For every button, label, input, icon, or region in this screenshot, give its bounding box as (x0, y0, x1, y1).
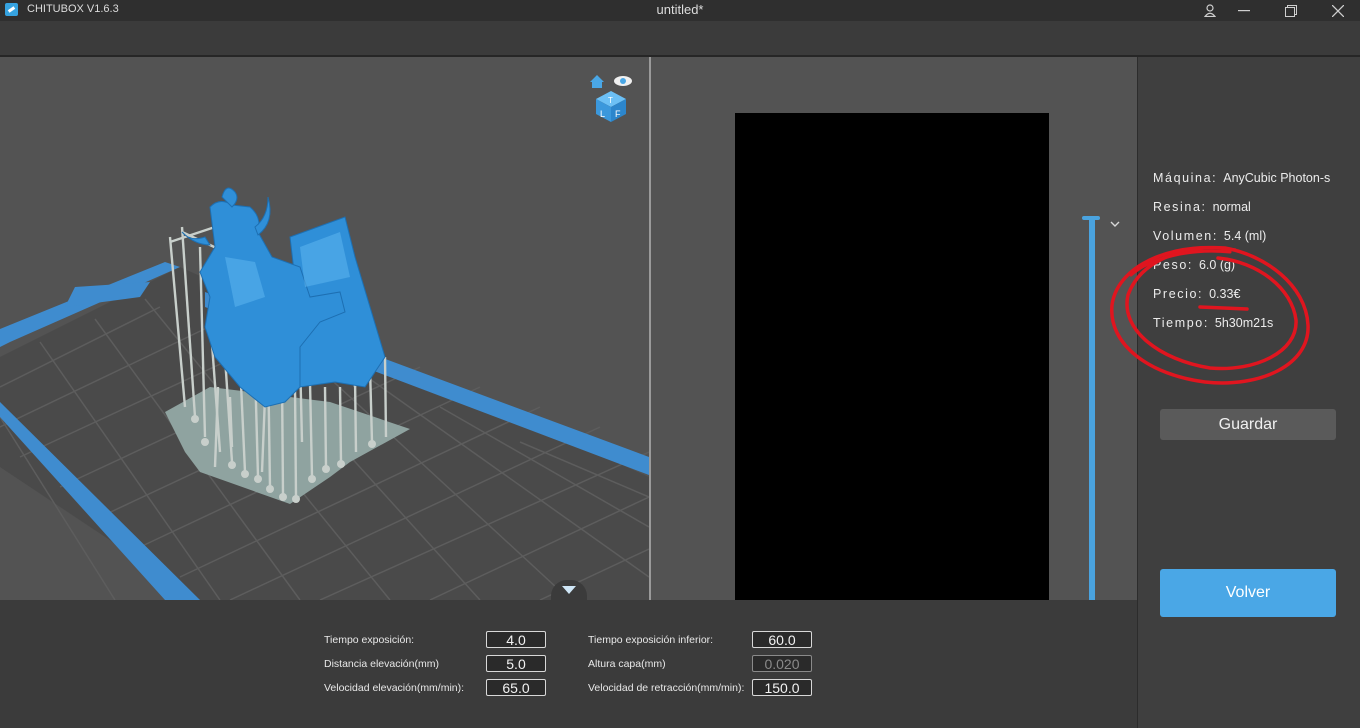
toolbar (0, 21, 1360, 57)
volume-row: Volumen: 5.4 (ml) (1153, 229, 1266, 243)
restore-icon[interactable] (1271, 0, 1311, 21)
resin-row: Resina: normal (1153, 200, 1251, 214)
bottom-exposure-time-input[interactable] (752, 631, 812, 648)
view-cube[interactable]: T L F (587, 73, 633, 123)
close-icon[interactable] (1318, 0, 1358, 21)
price-label: Precio: (1153, 287, 1204, 301)
layer-slider[interactable] (1089, 220, 1095, 600)
price-row: Precio: 0.33€ (1153, 287, 1240, 301)
time-value: 5h30m21s (1214, 316, 1274, 330)
layer-height-label: Altura capa(mm) (588, 658, 666, 670)
slice-preview-image (735, 113, 1049, 600)
eye-icon (614, 76, 632, 86)
svg-text:T: T (608, 96, 613, 105)
build-plate-scene (0, 187, 649, 600)
slice-preview-panel (651, 57, 1137, 600)
machine-value: AnyCubic Photon-s (1223, 171, 1331, 185)
save-button[interactable]: Guardar (1160, 409, 1336, 440)
home-icon (590, 75, 604, 88)
exposure-time-label: Tiempo exposición: (324, 634, 415, 646)
lift-distance-label: Distancia elevación(mm) (324, 658, 439, 670)
exposure-time-input[interactable] (486, 631, 546, 648)
bottom-exposure-time-label: Tiempo exposición inferior: (588, 634, 714, 646)
chevron-down-icon[interactable] (1108, 217, 1122, 231)
volume-value: 5.4 (ml) (1223, 229, 1267, 243)
weight-value: 6.0 (g) (1198, 258, 1236, 272)
print-info-panel: Máquina: AnyCubic Photon-s Resina: normal … (1137, 57, 1360, 728)
machine-label: Máquina: (1153, 171, 1218, 185)
3d-viewport[interactable]: T L F (0, 57, 649, 600)
retract-speed-input[interactable] (752, 679, 812, 696)
document-title: untitled* (656, 2, 704, 17)
resin-value: normal (1212, 200, 1251, 214)
print-settings-panel: Tiempo exposición: Distancia elevación(m… (0, 580, 1137, 728)
resin-label: Resina: (1153, 200, 1207, 214)
weight-row: Peso: 6.0 (g) (1153, 258, 1235, 272)
svg-text:F: F (615, 109, 621, 119)
layer-height-input (752, 655, 812, 672)
retract-speed-label: Velocidad de retracción(mm/min): (588, 682, 745, 694)
minimize-icon[interactable] (1224, 0, 1264, 21)
lift-distance-input[interactable] (486, 655, 546, 672)
time-row: Tiempo: 5h30m21s (1153, 316, 1273, 330)
lift-speed-input[interactable] (486, 679, 546, 696)
title-bar: CHITUBOX V1.6.3 untitled* (0, 0, 1360, 21)
weight-label: Peso: (1153, 258, 1193, 272)
price-value: 0.33€ (1209, 287, 1241, 301)
svg-text:L: L (600, 109, 605, 119)
time-label: Tiempo: (1153, 316, 1209, 330)
lift-speed-label: Velocidad elevación(mm/min): (324, 682, 465, 694)
layer-slider-handle[interactable] (1082, 216, 1100, 220)
machine-row: Máquina: AnyCubic Photon-s (1153, 171, 1330, 185)
volume-label: Volumen: (1153, 229, 1218, 243)
back-button[interactable]: Volver (1160, 569, 1336, 617)
